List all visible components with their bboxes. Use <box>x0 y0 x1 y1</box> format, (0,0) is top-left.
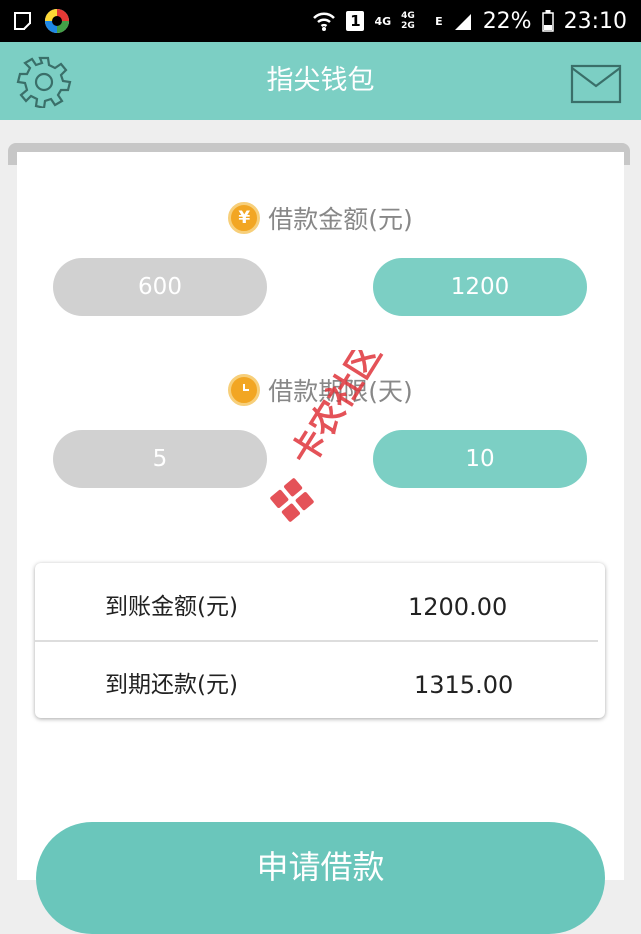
sim-slot-badge: 1 <box>346 11 365 31</box>
loan-term-label: 借款期限(天) <box>268 377 413 406</box>
loan-summary: 到账金额(元) 1200.00 到期还款(元) 1315.00 <box>35 563 605 718</box>
summary-row-received: 到账金额(元) 1200.00 <box>35 569 605 646</box>
battery-icon <box>541 10 554 32</box>
page-title: 指尖钱包 <box>266 65 375 96</box>
battery-percent: 22% <box>482 8 532 34</box>
network-e-label: E <box>435 14 443 28</box>
notification-icon <box>14 12 31 30</box>
network-4g-label: 4G <box>374 14 392 28</box>
app-logo-icon <box>45 9 69 33</box>
clock-time: 23:10 <box>563 8 627 34</box>
summary-row-repay: 到期还款(元) 1315.00 <box>35 647 605 724</box>
term-option-10[interactable]: 10 <box>373 430 587 488</box>
app-bar: 指尖钱包 <box>0 42 641 120</box>
yen-icon: ¥ <box>228 202 261 234</box>
loan-term-heading: 借款期限(天) <box>0 370 641 410</box>
loan-amount-heading: ¥ 借款金额(元) <box>0 198 641 238</box>
term-option-5[interactable]: 5 <box>53 430 267 488</box>
network-4g2g-label: 4G 2G <box>401 11 415 31</box>
apply-loan-button[interactable]: 申请借款 <box>36 822 605 934</box>
amount-option-600[interactable]: 600 <box>53 258 267 316</box>
status-bar: 1 4G 4G 2G E 22% 23:10 <box>0 0 641 42</box>
clock-hands-icon <box>243 384 250 391</box>
loan-amount-label: 借款金额(元) <box>268 205 413 234</box>
summary-divider <box>35 640 598 642</box>
clock-icon <box>228 374 261 406</box>
repay-amount-value: 1315.00 <box>414 671 514 699</box>
received-amount-value: 1200.00 <box>408 593 508 621</box>
repay-amount-label: 到期还款(元) <box>105 672 238 698</box>
wifi-icon <box>313 12 336 31</box>
signal-icon <box>454 14 471 30</box>
received-amount-label: 到账金额(元) <box>105 594 238 620</box>
amount-option-1200[interactable]: 1200 <box>373 258 587 316</box>
mail-icon[interactable] <box>570 64 622 104</box>
